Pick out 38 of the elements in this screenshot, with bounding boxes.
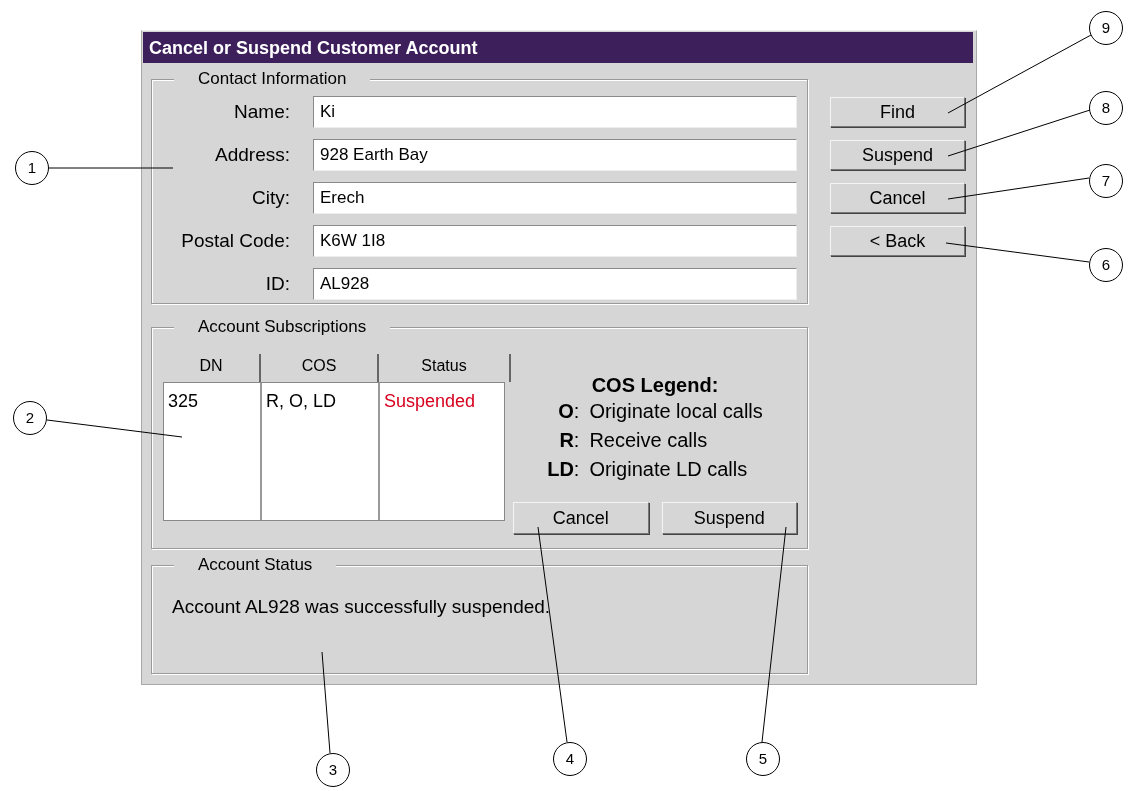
legend-code: O: [557, 399, 580, 424]
action-button[interactable]: Cancel [830, 183, 965, 213]
legend-meaning: Originate local calls [589, 399, 763, 424]
callout-number: 8 [1089, 91, 1123, 125]
callout-number: 7 [1089, 164, 1123, 198]
callout-number: 3 [316, 753, 350, 787]
action-button[interactable]: Suspend [830, 140, 965, 170]
legend-meaning: Receive calls [589, 428, 709, 453]
action-button[interactable]: Cancel [513, 502, 649, 534]
callout-number: 4 [553, 742, 587, 776]
field-label: City: [251, 187, 290, 209]
legend-code: LD: [547, 457, 580, 482]
action-button[interactable]: Suspend [661, 502, 797, 534]
input-field[interactable]: 928 Earth Bay [313, 139, 797, 171]
callout-number: 9 [1089, 11, 1123, 45]
input-field[interactable]: Erech [313, 182, 797, 214]
input-field[interactable]: K6W 1I8 [313, 225, 797, 257]
callout-number: 1 [15, 151, 49, 185]
action-button[interactable]: Find [830, 97, 965, 127]
field-label: Postal Code: [180, 230, 290, 252]
legend-meaning: Originate LD calls [589, 457, 749, 482]
callout-number: 5 [746, 742, 780, 776]
field-label: Address: [214, 144, 290, 166]
action-button[interactable]: < Back [830, 226, 965, 256]
window-title: Cancel or Suspend Customer Account [143, 32, 973, 63]
input-field[interactable]: AL928 [313, 268, 797, 300]
field-label: ID: [264, 273, 290, 295]
table-cell-text: R, O, LD [266, 391, 337, 412]
callout-number: 2 [13, 401, 47, 435]
table-cell-text: 325 [168, 391, 200, 412]
field-label: Name: [233, 101, 290, 123]
callout-number: 6 [1089, 248, 1123, 282]
status-message: Account AL928 was successfully suspended. [172, 596, 551, 617]
group-title: Account Subscriptions [174, 317, 391, 337]
input-field[interactable]: Ki [313, 96, 797, 128]
legend-title: COS Legend: [591, 374, 719, 397]
table-cell-text: Suspended [384, 391, 477, 412]
legend-code: R: [558, 428, 580, 453]
